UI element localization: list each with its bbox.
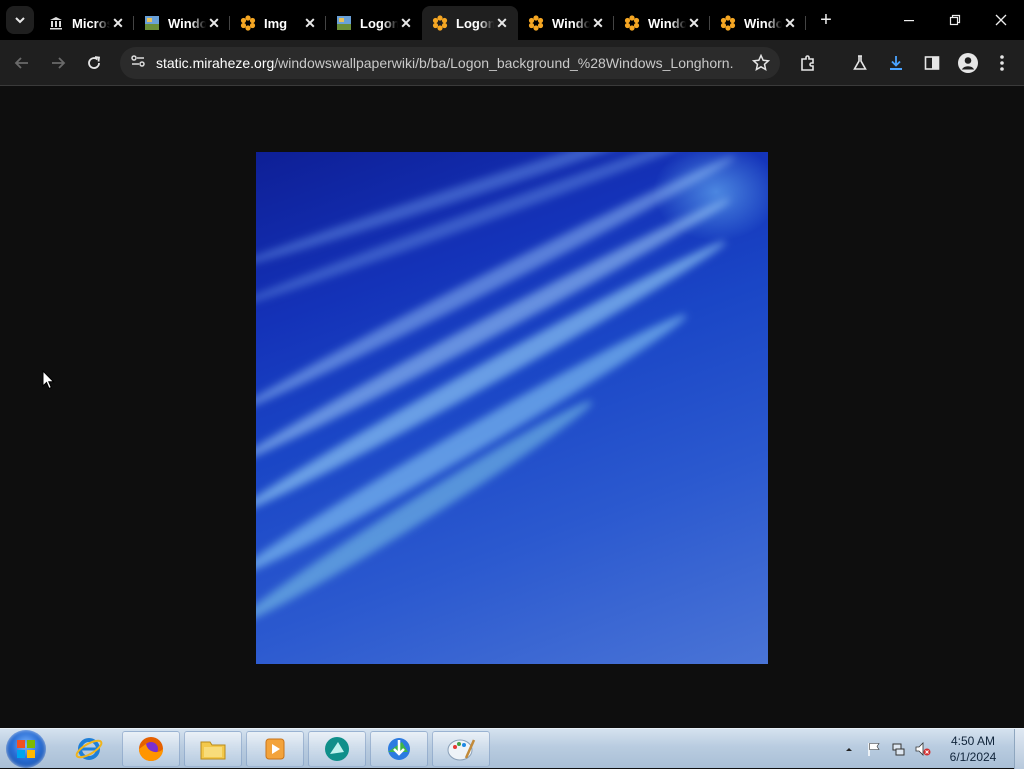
tab-title: Windows [168, 15, 206, 31]
side-panel-button[interactable] [916, 47, 948, 79]
app-teal-icon [325, 737, 349, 761]
volume-button[interactable] [914, 729, 932, 769]
firefox-icon [139, 737, 163, 761]
show-desktop-button[interactable] [1014, 729, 1024, 769]
close-icon[interactable]: ✕ [686, 15, 702, 31]
browser-tab[interactable]: Windows ✕ [614, 6, 710, 40]
tab-title: Logon [456, 15, 494, 31]
wallpaper-thumb-icon [144, 15, 160, 31]
clock-date: 6/1/2024 [949, 750, 997, 764]
download-manager-icon [388, 738, 410, 760]
download-icon [890, 56, 902, 70]
restore-icon [949, 14, 961, 26]
kebab-menu-icon [1000, 55, 1004, 71]
tab-title: Img [264, 15, 288, 31]
close-window-button[interactable] [978, 0, 1024, 40]
restore-button[interactable] [932, 0, 978, 40]
close-icon[interactable]: ✕ [206, 15, 222, 31]
taskbar-app[interactable] [60, 731, 118, 767]
tray-overflow-button[interactable] [844, 729, 854, 769]
downloads-button[interactable] [880, 47, 912, 79]
close-icon[interactable]: ✕ [782, 15, 798, 31]
taskbar-app[interactable] [246, 731, 304, 767]
minimize-icon [904, 20, 914, 22]
new-tab-button[interactable]: + [812, 6, 840, 34]
network-icon [892, 743, 905, 756]
taskbar-app[interactable] [308, 731, 366, 767]
taskbar-clock[interactable]: 4:50 AM 6/1/2024 [936, 733, 1010, 765]
close-icon[interactable]: ✕ [494, 15, 510, 31]
miraheze-flower-icon [528, 15, 544, 31]
browser-tab[interactable]: Img ✕ [230, 6, 326, 40]
reload-icon [88, 56, 101, 69]
browser-tab[interactable]: Logon ✕ [326, 6, 422, 40]
browser-tab[interactable]: Windows ✕ [518, 6, 614, 40]
file-explorer-icon [200, 741, 226, 760]
taskbar: 4:50 AM 6/1/2024 [0, 728, 1024, 769]
miraheze-flower-icon [624, 15, 640, 31]
site-settings-icon[interactable] [130, 53, 146, 74]
page-viewport [0, 87, 1024, 728]
flask-icon [853, 55, 867, 70]
forward-button[interactable] [42, 47, 74, 79]
windows-logo-icon [17, 740, 35, 758]
address-bar[interactable]: static.miraheze.org/windowswallpaperwiki… [120, 47, 780, 79]
miraheze-flower-icon [432, 15, 448, 31]
taskbar-app[interactable] [370, 731, 428, 767]
arrow-right-icon [52, 57, 66, 69]
back-button[interactable] [6, 47, 38, 79]
miraheze-flower-icon [240, 15, 256, 31]
puzzle-icon [801, 55, 814, 71]
wallpaper-thumb-icon [336, 15, 352, 31]
side-panel-icon [924, 56, 940, 70]
taskbar-app[interactable] [184, 731, 242, 767]
tab-title: Windows [648, 15, 686, 31]
network-button[interactable] [890, 729, 906, 769]
url-host: static.miraheze.org [156, 55, 275, 71]
close-icon[interactable]: ✕ [110, 15, 126, 31]
browser-toolbar: static.miraheze.org/windowswallpaperwiki… [0, 40, 1024, 113]
menu-button[interactable] [986, 47, 1018, 79]
tab-title: Windows [744, 15, 782, 31]
clock-time: 4:50 AM [950, 734, 996, 748]
tab-search-button[interactable] [6, 6, 34, 34]
browser-tab[interactable]: Windows ✕ [134, 6, 230, 40]
start-button[interactable] [6, 730, 46, 768]
logon-background-image[interactable] [256, 152, 768, 664]
tab-title: Logon [360, 15, 398, 31]
labs-button[interactable] [844, 47, 876, 79]
avatar-icon [958, 53, 978, 73]
taskbar-app[interactable] [122, 731, 180, 767]
flag-icon [868, 743, 880, 756]
reload-button[interactable] [78, 47, 110, 79]
speaker-muted-icon [915, 742, 931, 756]
url-path: /windowswallpaperwiki/b/ba/Logon_backgro… [274, 55, 734, 71]
chevron-down-icon [15, 17, 25, 24]
media-player-icon [265, 738, 285, 760]
minimize-button[interactable] [886, 0, 932, 40]
close-icon[interactable]: ✕ [398, 15, 414, 31]
tab-title: Windows [552, 15, 590, 31]
close-icon[interactable]: ✕ [590, 15, 606, 31]
bookmark-star-icon[interactable] [751, 53, 771, 77]
close-icon[interactable]: ✕ [302, 15, 318, 31]
url-text[interactable]: static.miraheze.org/windowswallpaperwiki… [156, 55, 734, 71]
browser-tab[interactable]: Microsoft ✕ [38, 6, 134, 40]
tab-title: Microsoft [72, 15, 110, 31]
tab-strip: Microsoft ✕ Windows ✕ Img ✕ Logon ✕ Logo… [0, 0, 1024, 40]
museum-icon [48, 15, 64, 31]
taskbar-app[interactable] [432, 731, 490, 767]
arrow-left-icon [14, 57, 28, 69]
chevron-up-icon [846, 748, 852, 751]
action-center-button[interactable] [866, 729, 882, 769]
browser-tab-active[interactable]: Logon ✕ [422, 6, 518, 40]
extensions-button[interactable] [792, 47, 824, 79]
paint-icon [447, 739, 476, 761]
profile-button[interactable] [952, 47, 984, 79]
internet-explorer-icon [75, 738, 103, 760]
close-icon [995, 14, 1007, 26]
miraheze-flower-icon [720, 15, 736, 31]
mouse-cursor-icon [42, 370, 55, 390]
browser-tab[interactable]: Windows ✕ [710, 6, 806, 40]
